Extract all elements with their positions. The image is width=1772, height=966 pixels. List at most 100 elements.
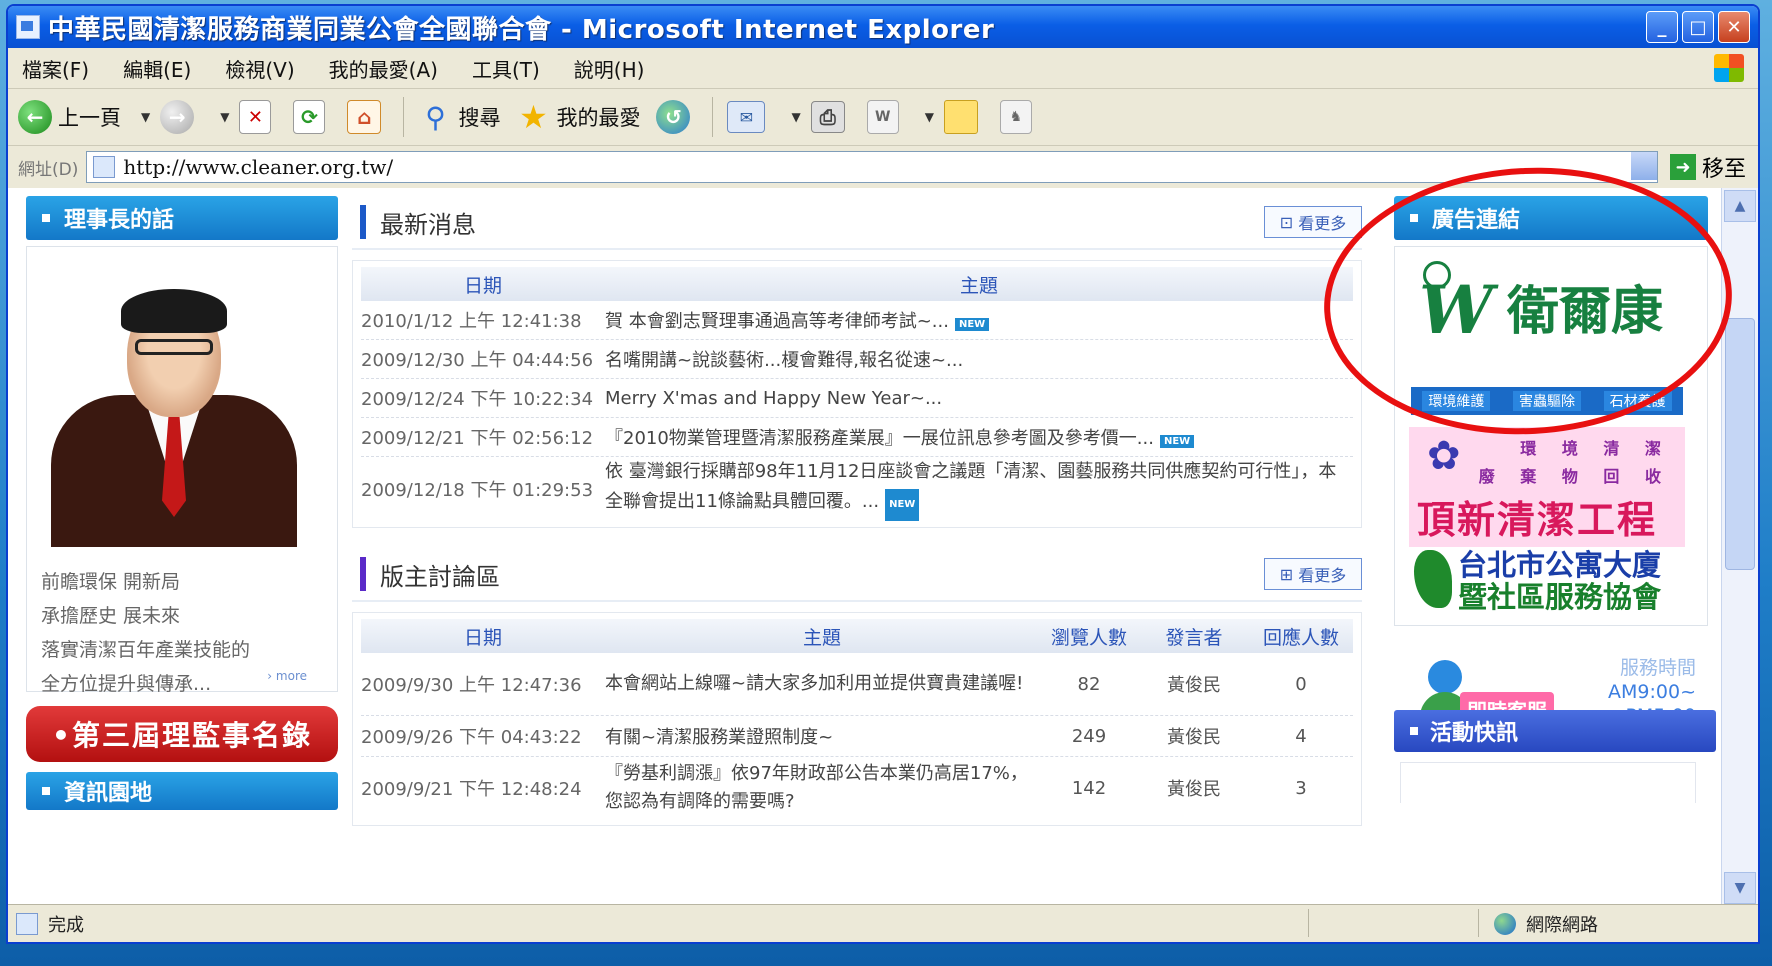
- forum-author: 黃俊民: [1167, 779, 1221, 800]
- menu-file[interactable]: 檔案(F): [22, 54, 89, 83]
- address-dropdown-button[interactable]: [1630, 152, 1657, 180]
- back-arrow-icon: ←: [18, 100, 52, 134]
- chairman-header[interactable]: 理事長的話: [26, 196, 338, 240]
- bullet-icon: [42, 214, 50, 222]
- forum-more-button[interactable]: ⊞ 看更多: [1264, 558, 1362, 590]
- col-subject: 主題: [802, 626, 841, 649]
- news-subject[interactable]: Merry X'mas and Happy New Year~...: [605, 388, 1353, 409]
- news-date: 2009/12/24 下午 10:22:34: [361, 389, 594, 410]
- minimize-button[interactable]: _: [1646, 11, 1678, 43]
- address-input[interactable]: http://www.cleaner.org.tw/: [86, 151, 1658, 183]
- forum-date: 2009/9/30 上午 12:47:36: [361, 675, 582, 696]
- news-row[interactable]: 2009/12/21 下午 02:56:12 『2010物業管理暨清潔服務產業展…: [361, 418, 1353, 457]
- taipei-assoc-ad[interactable]: 台北市公寓大廈 暨社區服務協會: [1414, 542, 1684, 614]
- go-arrow-icon: ➜: [1669, 154, 1696, 180]
- chairman-photo: [41, 277, 303, 547]
- forum-date: 2009/9/26 下午 04:43:22: [361, 727, 582, 748]
- toolbar-divider: [403, 97, 405, 137]
- col-author: 發言者: [1165, 626, 1223, 649]
- weierkang-ad[interactable]: W 衛爾康: [1411, 261, 1681, 349]
- chairman-more-link[interactable]: › more: [267, 669, 307, 683]
- discuss-button[interactable]: [943, 100, 984, 134]
- favorites-button[interactable]: ★ 我的最愛: [516, 98, 640, 136]
- history-button[interactable]: ↺: [656, 100, 696, 134]
- forum-subject[interactable]: 本會網站上線囉~請大家多加利用並提供寶貴建議喔!: [605, 670, 1039, 698]
- new-badge: NEW: [885, 489, 920, 521]
- news-more-button[interactable]: ⊡ 看更多: [1264, 206, 1362, 238]
- forum-row[interactable]: 2009/9/26 下午 04:43:22 有關~清潔服務業證照制度~ 249 …: [361, 716, 1353, 757]
- mail-dropdown-icon[interactable]: ▼: [791, 110, 800, 124]
- activity-header[interactable]: 活動快訊: [1394, 710, 1716, 752]
- address-label: 網址(D): [18, 159, 79, 180]
- forum-row[interactable]: 2009/9/21 下午 12:48:24 『勞基利調漲』依97年財政部公告本業…: [361, 757, 1353, 819]
- new-badge: NEW: [954, 318, 990, 331]
- home-button[interactable]: ⌂: [347, 100, 387, 134]
- printer-icon: ⎙: [810, 101, 845, 133]
- back-button[interactable]: ← 上一頁: [18, 100, 121, 134]
- stop-button[interactable]: ✕: [239, 100, 277, 134]
- menu-view[interactable]: 檢視(V): [225, 54, 294, 83]
- ie-page-icon: [16, 15, 40, 39]
- col-date: 日期: [463, 274, 502, 297]
- info-header[interactable]: 資訊園地: [26, 772, 338, 810]
- search-button[interactable]: ⚲ 搜尋: [418, 100, 500, 134]
- chairman-line: 前瞻環保 開新局: [41, 571, 181, 593]
- edit-dropdown-icon[interactable]: ▼: [925, 110, 934, 124]
- menu-favorites[interactable]: 我的最愛(A): [329, 54, 438, 83]
- mail-button[interactable]: ✉: [727, 101, 771, 133]
- back-dropdown-icon[interactable]: ▼: [141, 110, 150, 124]
- col-views: 瀏覽人數: [1050, 626, 1127, 649]
- bullet-icon: [1410, 727, 1418, 735]
- news-row[interactable]: 2010/1/12 上午 12:41:38 賀 本會劉志賢理事通過高等考律師考試…: [361, 301, 1353, 340]
- forum-row[interactable]: 2009/9/30 上午 12:47:36 本會網站上線囉~請大家多加利用並提供…: [361, 653, 1353, 716]
- scroll-up-button[interactable]: ▲: [1724, 190, 1756, 222]
- news-table-header: 日期 主題: [361, 267, 1353, 301]
- menu-tools[interactable]: 工具(T): [472, 54, 540, 83]
- board-directory-banner[interactable]: •第三屆理監事名錄: [26, 706, 338, 762]
- news-row[interactable]: 2009/12/30 上午 04:44:56 名嘴開講~說談藝術...榎會難得,…: [361, 340, 1353, 379]
- center-column: 最新消息 ⊡ 看更多 日期 主題 2010/1/12 上午 12:41:38 賀…: [352, 196, 1362, 826]
- edit-button[interactable]: W: [866, 100, 905, 134]
- chairman-box: 前瞻環保 開新局 承擔歷史 展未來 落實清潔百年產業技能的 全方位提升與傳承..…: [26, 246, 338, 695]
- news-table: 日期 主題 2010/1/12 上午 12:41:38 賀 本會劉志賢理事通過高…: [352, 260, 1362, 528]
- page-status-icon: [16, 912, 38, 935]
- chairman-message: 前瞻環保 開新局 承擔歷史 展未來 落實清潔百年產業技能的 全方位提升與傳承..…: [41, 565, 250, 701]
- news-subject[interactable]: 賀 本會劉志賢理事通過高等考律師考試~... NEW: [605, 307, 1353, 333]
- news-more-label: 看更多: [1298, 214, 1347, 233]
- page-content: 理事長的話 前瞻環保 開新局 承擔歷史 展未來 落實清潔百年產業技能的 全方位提…: [8, 188, 1758, 906]
- forum-subject[interactable]: 有關~清潔服務業證照制度~: [605, 723, 1039, 749]
- forward-button[interactable]: →: [160, 100, 200, 134]
- vertical-scrollbar[interactable]: ▲ ▼: [1721, 188, 1758, 906]
- scroll-down-button[interactable]: ▼: [1724, 872, 1756, 904]
- news-subject[interactable]: 名嘴開講~說談藝術...榎會難得,報名從速~...: [605, 346, 1353, 372]
- hours-title: 服務時間: [1619, 657, 1696, 679]
- news-row[interactable]: 2009/12/18 下午 01:29:53 依 臺灣銀行採購部98年11月12…: [361, 457, 1353, 521]
- news-subject[interactable]: 『2010物業管理暨清潔服務產業展』一展位訊息參考圖及參考價一... NEW: [605, 424, 1353, 450]
- close-button[interactable]: ✕: [1718, 11, 1750, 43]
- maximize-button[interactable]: □: [1682, 11, 1714, 43]
- note-icon: [943, 100, 978, 134]
- news-subject[interactable]: 依 臺灣銀行採購部98年11月12日座談會之議題「清潔、園藝服務共同供應契約可行…: [605, 457, 1353, 521]
- info-header-label: 資訊園地: [64, 781, 153, 806]
- menu-edit[interactable]: 編輯(E): [123, 54, 191, 83]
- print-button[interactable]: ⎙: [810, 101, 851, 133]
- bullet-icon: [1410, 214, 1418, 222]
- ad-links-header[interactable]: 廣告連結: [1394, 196, 1708, 240]
- mail-icon: ✉: [727, 101, 766, 133]
- dingxin-ad[interactable]: ✿ 環 境 清 潔 廢 棄 物 回 收 頂新清潔工程: [1409, 427, 1685, 547]
- messenger-button[interactable]: ♞: [999, 100, 1038, 134]
- refresh-button[interactable]: ⟳: [293, 100, 331, 134]
- col-replies: 回應人數: [1262, 626, 1339, 649]
- news-title: 最新消息: [380, 204, 500, 240]
- menu-help[interactable]: 說明(H): [574, 54, 645, 83]
- news-row[interactable]: 2009/12/24 下午 10:22:34 Merry X'mas and H…: [361, 379, 1353, 418]
- forum-replies: 0: [1295, 673, 1307, 695]
- right-column: 廣告連結 W 衛爾康 環境維護 害蟲驅除 石材養護 ✿ 環 境 清 潔 廢 棄 …: [1394, 196, 1716, 803]
- ad-tag: 環境維護: [1422, 391, 1491, 411]
- forum-subject[interactable]: 『勞基利調漲』依97年財政部公告本業仍高居17%，您認為有調降的需要嗎?: [605, 760, 1039, 816]
- address-bar: 網址(D) http://www.cleaner.org.tw/ ➜ 移至: [8, 146, 1758, 189]
- search-icon: ⚲: [425, 100, 446, 134]
- scroll-thumb[interactable]: [1725, 318, 1755, 570]
- forward-dropdown-icon[interactable]: ▼: [220, 110, 229, 124]
- go-button[interactable]: ➜ 移至: [1669, 151, 1746, 183]
